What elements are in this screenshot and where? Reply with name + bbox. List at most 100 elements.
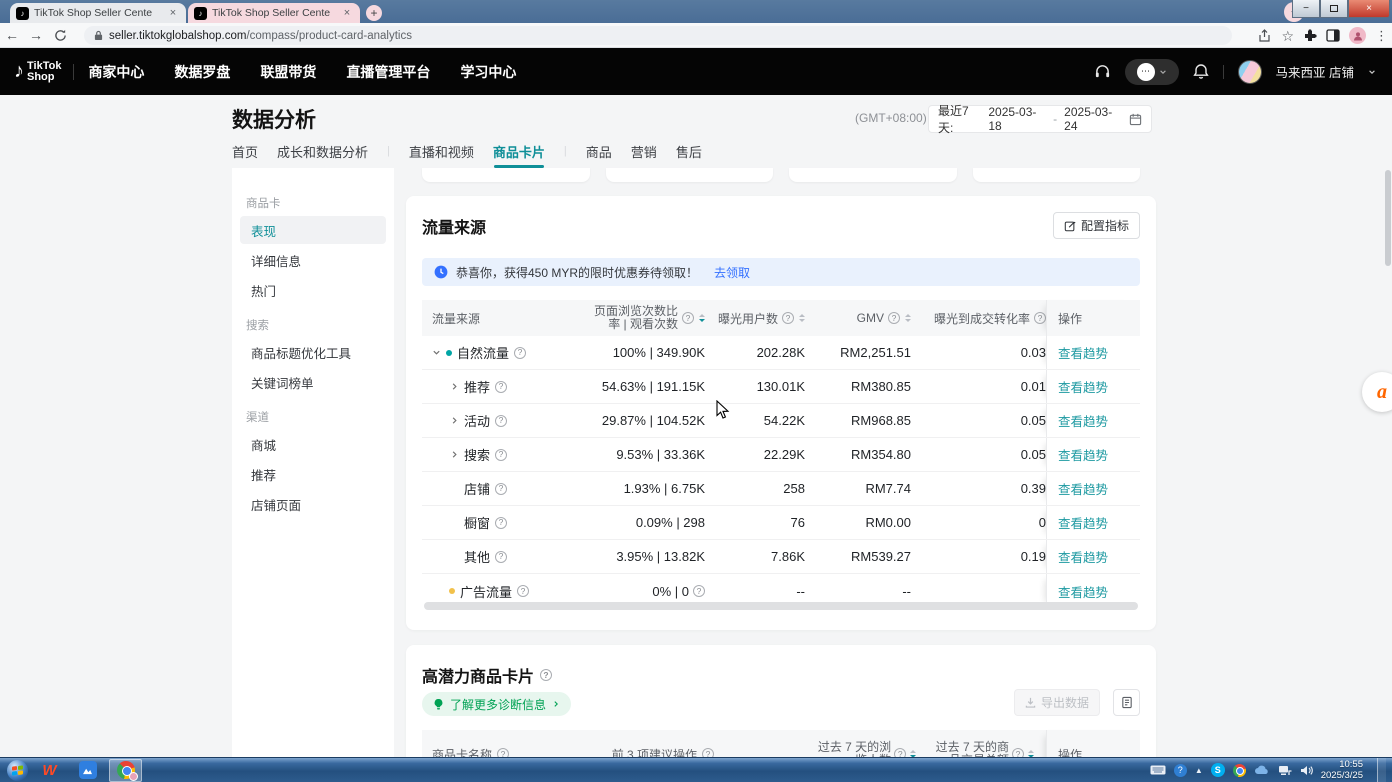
info-icon[interactable]: ?: [682, 312, 694, 324]
chevron-right-icon[interactable]: [450, 382, 459, 391]
notification-bell-icon[interactable]: [1193, 63, 1209, 80]
calendar-icon[interactable]: [1129, 113, 1142, 126]
info-icon[interactable]: ?: [495, 483, 507, 495]
view-trend-link[interactable]: 查看趋势: [1058, 513, 1108, 532]
nav-item-seller-center[interactable]: 商家中心: [88, 62, 144, 82]
tab-close-icon[interactable]: ×: [340, 6, 354, 20]
nav-item-data-compass[interactable]: 数据罗盘: [174, 62, 230, 82]
tab-live-video[interactable]: 直播和视频: [409, 142, 474, 161]
configure-metrics-button[interactable]: 配置指标: [1053, 212, 1140, 239]
nav-item-academy[interactable]: 学习中心: [460, 62, 516, 82]
sidebar-section-search: 搜索: [246, 317, 394, 333]
share-icon[interactable]: [1258, 29, 1272, 43]
date-range-picker[interactable]: 最近7天: 2025-03-18 - 2025-03-24: [928, 105, 1152, 133]
tab-home[interactable]: 首页: [232, 142, 258, 161]
bookmark-star-icon[interactable]: ☆: [1281, 29, 1294, 43]
taskbar-wps-icon[interactable]: W: [33, 759, 66, 782]
address-bar[interactable]: seller.tiktokglobalshop.com/compass/prod…: [84, 26, 1232, 45]
view-trend-link[interactable]: 查看趋势: [1058, 479, 1108, 498]
info-icon[interactable]: ?: [514, 347, 526, 359]
browser-menu-icon[interactable]: ⋮: [1375, 28, 1388, 44]
tiktok-shop-logo[interactable]: ♪ TikTokShop: [14, 60, 61, 83]
claim-coupon-link[interactable]: 去领取: [714, 264, 750, 281]
tray-chrome-icon[interactable]: [1233, 764, 1246, 777]
floating-promo-widget[interactable]: a: [1362, 372, 1392, 412]
sidebar-item-title-optimizer[interactable]: 商品标题优化工具: [240, 338, 386, 366]
show-desktop-button[interactable]: [1377, 758, 1386, 782]
table-row-showcase: 橱窗? 0.09% | 298 76 RM0.00 0 查看趋势: [422, 506, 1140, 540]
chevron-right-icon[interactable]: [450, 450, 459, 459]
organic-dot-icon: [446, 350, 452, 356]
col-action: 操作: [1058, 310, 1082, 327]
taskbar-app-icon[interactable]: [71, 759, 104, 782]
view-trend-link[interactable]: 查看趋势: [1058, 582, 1108, 601]
info-icon[interactable]: ?: [495, 517, 507, 529]
tray-skype-icon[interactable]: S: [1211, 763, 1225, 777]
forward-icon[interactable]: →: [24, 27, 48, 43]
tab-marketing[interactable]: 营销: [631, 142, 657, 161]
sidebar-item-shop-page[interactable]: 店铺页面: [240, 490, 386, 518]
tray-hidden-icons-arrow[interactable]: ▲: [1195, 766, 1203, 775]
info-icon[interactable]: ?: [782, 312, 794, 324]
sidebar-item-details[interactable]: 详细信息: [240, 246, 386, 274]
sidebar-item-performance[interactable]: 表现: [240, 216, 386, 244]
sidebar-item-keyword-ranking[interactable]: 关键词榜单: [240, 368, 386, 396]
view-trend-link[interactable]: 查看趋势: [1058, 411, 1108, 430]
back-icon[interactable]: ←: [0, 27, 24, 43]
nav-item-live-platform[interactable]: 直播管理平台: [346, 62, 430, 82]
view-trend-link[interactable]: 查看趋势: [1058, 547, 1108, 566]
info-icon[interactable]: ?: [517, 585, 529, 597]
page-scrollbar[interactable]: [1385, 170, 1391, 266]
tab-close-icon[interactable]: ×: [166, 6, 180, 20]
new-tab-button[interactable]: +: [366, 5, 382, 21]
tray-volume-icon[interactable]: [1300, 765, 1313, 776]
info-icon[interactable]: ?: [495, 551, 507, 563]
start-button[interactable]: [7, 760, 28, 781]
sidebar-item-recommend[interactable]: 推荐: [240, 460, 386, 488]
info-icon[interactable]: ?: [693, 585, 705, 597]
side-panel-icon[interactable]: [1326, 29, 1340, 42]
table-settings-button[interactable]: [1113, 689, 1140, 716]
tiktok-favicon-icon: ♪: [194, 7, 207, 20]
tab-after-sale[interactable]: 售后: [676, 142, 702, 161]
tiktok-note-icon: ♪: [14, 60, 24, 83]
info-icon[interactable]: ?: [495, 449, 507, 461]
reload-icon[interactable]: [48, 29, 72, 42]
browser-tab-2[interactable]: ♪ TikTok Shop Seller Center | Cr ×: [188, 3, 360, 23]
export-data-button[interactable]: 导出数据: [1014, 689, 1100, 716]
taskbar-clock[interactable]: 10:55 2025/3/25: [1321, 759, 1363, 781]
sidebar-item-trending[interactable]: 热门: [240, 276, 386, 304]
tab-product-card[interactable]: 商品卡片: [493, 142, 545, 161]
sidebar-item-mall[interactable]: 商城: [240, 430, 386, 458]
info-icon[interactable]: ?: [540, 669, 552, 681]
shop-name[interactable]: 马来西亚 店铺: [1276, 62, 1354, 81]
horizontal-scrollbar[interactable]: [424, 602, 1138, 610]
view-trend-link[interactable]: 查看趋势: [1058, 377, 1108, 396]
info-icon[interactable]: ?: [1034, 312, 1046, 324]
chevron-right-icon[interactable]: [450, 416, 459, 425]
extensions-puzzle-icon[interactable]: [1303, 29, 1317, 43]
profile-avatar[interactable]: [1349, 27, 1366, 44]
view-trend-link[interactable]: 查看趋势: [1058, 445, 1108, 464]
browser-tab-1[interactable]: ♪ TikTok Shop Seller Center | Cr ×: [10, 3, 186, 23]
tab-products[interactable]: 商品: [586, 142, 612, 161]
info-icon[interactable]: ?: [888, 312, 900, 324]
tray-network-icon[interactable]: [1278, 765, 1292, 776]
taskbar-chrome-icon[interactable]: [109, 759, 142, 782]
info-icon[interactable]: ?: [495, 415, 507, 427]
chevron-down-icon[interactable]: [432, 348, 441, 357]
maximize-button[interactable]: [1320, 0, 1348, 18]
nav-item-affiliate[interactable]: 联盟带货: [260, 62, 316, 82]
close-button[interactable]: ×: [1348, 0, 1390, 18]
messages-button[interactable]: ⋯: [1125, 59, 1179, 85]
diagnostic-info-link[interactable]: 了解更多诊断信息: [422, 692, 571, 716]
view-trend-link[interactable]: 查看趋势: [1058, 343, 1108, 362]
minimize-button[interactable]: −: [1292, 0, 1320, 18]
info-icon[interactable]: ?: [495, 381, 507, 393]
tab-growth-analytics[interactable]: 成长和数据分析: [277, 142, 368, 161]
tray-cloud-icon[interactable]: [1254, 765, 1270, 775]
shop-avatar[interactable]: [1238, 60, 1262, 84]
headset-icon[interactable]: [1094, 63, 1111, 80]
tray-keyboard-icon[interactable]: [1150, 765, 1166, 775]
tray-help-icon[interactable]: ?: [1174, 764, 1187, 777]
